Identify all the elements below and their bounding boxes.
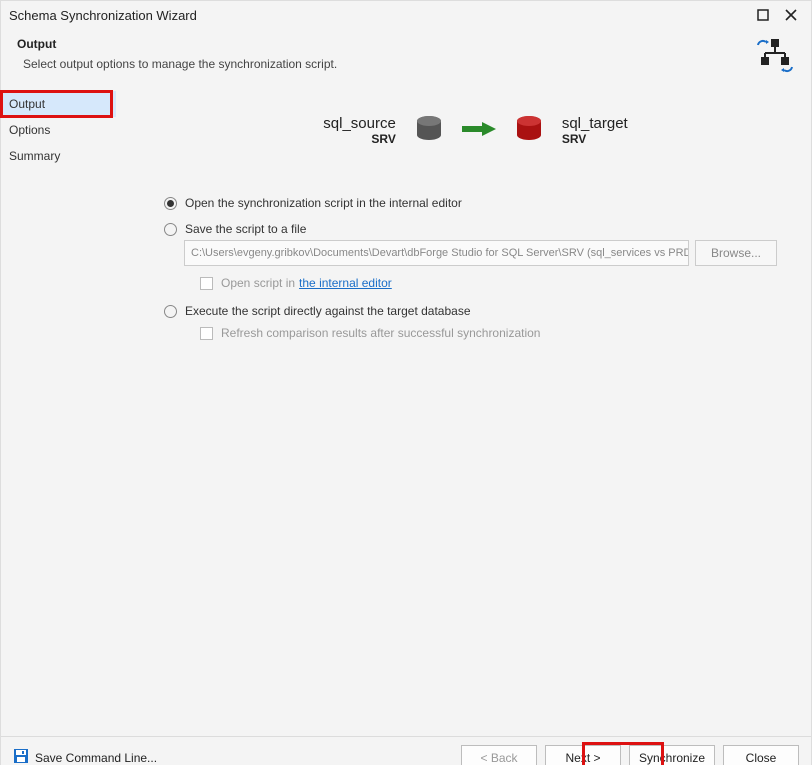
target-srv: SRV — [562, 132, 628, 146]
page-title: Output — [17, 37, 755, 51]
refresh-label: Refresh comparison results after success… — [221, 326, 540, 340]
radio-save-file[interactable]: Save the script to a file — [164, 222, 797, 236]
file-path-input[interactable]: C:\Users\evgeny.gribkov\Documents\Devart… — [184, 240, 689, 266]
arrow-right-icon — [462, 118, 496, 144]
sidebar-item-label: Summary — [9, 149, 60, 163]
maximize-button[interactable] — [751, 5, 775, 25]
internal-editor-link[interactable]: the internal editor — [299, 276, 392, 290]
sync-diagram: sql_source SRV — [154, 115, 797, 146]
browse-button[interactable]: Browse... — [695, 240, 777, 266]
radio-open-editor[interactable]: Open the synchronization script in the i… — [164, 196, 797, 210]
open-script-prefix: Open script in — [221, 276, 295, 290]
close-window-button[interactable] — [779, 5, 803, 25]
source-name: sql_source — [323, 115, 396, 132]
back-button[interactable]: < Back — [461, 745, 537, 765]
checkbox-open-script[interactable]: Open script in the internal editor — [200, 276, 797, 290]
save-cmd-label: Save Command Line... — [35, 751, 157, 765]
footer: Save Command Line... < Back Next > Synch… — [1, 736, 811, 765]
radio-icon — [164, 223, 177, 236]
database-target-icon — [514, 115, 544, 146]
checkbox-icon — [200, 327, 213, 340]
radio-label: Save the script to a file — [185, 222, 306, 236]
schema-sync-icon — [755, 37, 795, 77]
window-title: Schema Synchronization Wizard — [9, 8, 747, 23]
radio-label: Open the synchronization script in the i… — [185, 196, 462, 210]
save-command-line-button[interactable]: Save Command Line... — [13, 748, 157, 765]
radio-execute[interactable]: Execute the script directly against the … — [164, 304, 797, 318]
save-icon — [13, 748, 29, 765]
close-label: Close — [746, 751, 777, 765]
checkbox-refresh[interactable]: Refresh comparison results after success… — [200, 326, 797, 340]
sidebar-item-options[interactable]: Options — [1, 117, 116, 143]
sidebar-item-summary[interactable]: Summary — [1, 143, 116, 169]
wizard-header: Output Select output options to manage t… — [1, 29, 811, 91]
source-srv: SRV — [323, 132, 396, 146]
checkbox-icon — [200, 277, 213, 290]
close-button[interactable]: Close — [723, 745, 799, 765]
highlight-sidebar-output — [0, 90, 113, 118]
database-source-icon — [414, 115, 444, 146]
radio-icon — [164, 305, 177, 318]
radio-label: Execute the script directly against the … — [185, 304, 471, 318]
highlight-next-button — [582, 742, 664, 765]
page-subtitle: Select output options to manage the sync… — [17, 57, 755, 71]
main-panel: sql_source SRV — [116, 91, 811, 736]
back-label: < Back — [480, 751, 517, 765]
file-path-value: C:\Users\evgeny.gribkov\Documents\Devart… — [191, 247, 689, 259]
target-name: sql_target — [562, 115, 628, 132]
sidebar: Output Options Summary — [1, 91, 116, 736]
radio-icon — [164, 197, 177, 210]
titlebar: Schema Synchronization Wizard — [1, 1, 811, 29]
sidebar-item-label: Options — [9, 123, 50, 137]
browse-label: Browse... — [711, 246, 761, 260]
